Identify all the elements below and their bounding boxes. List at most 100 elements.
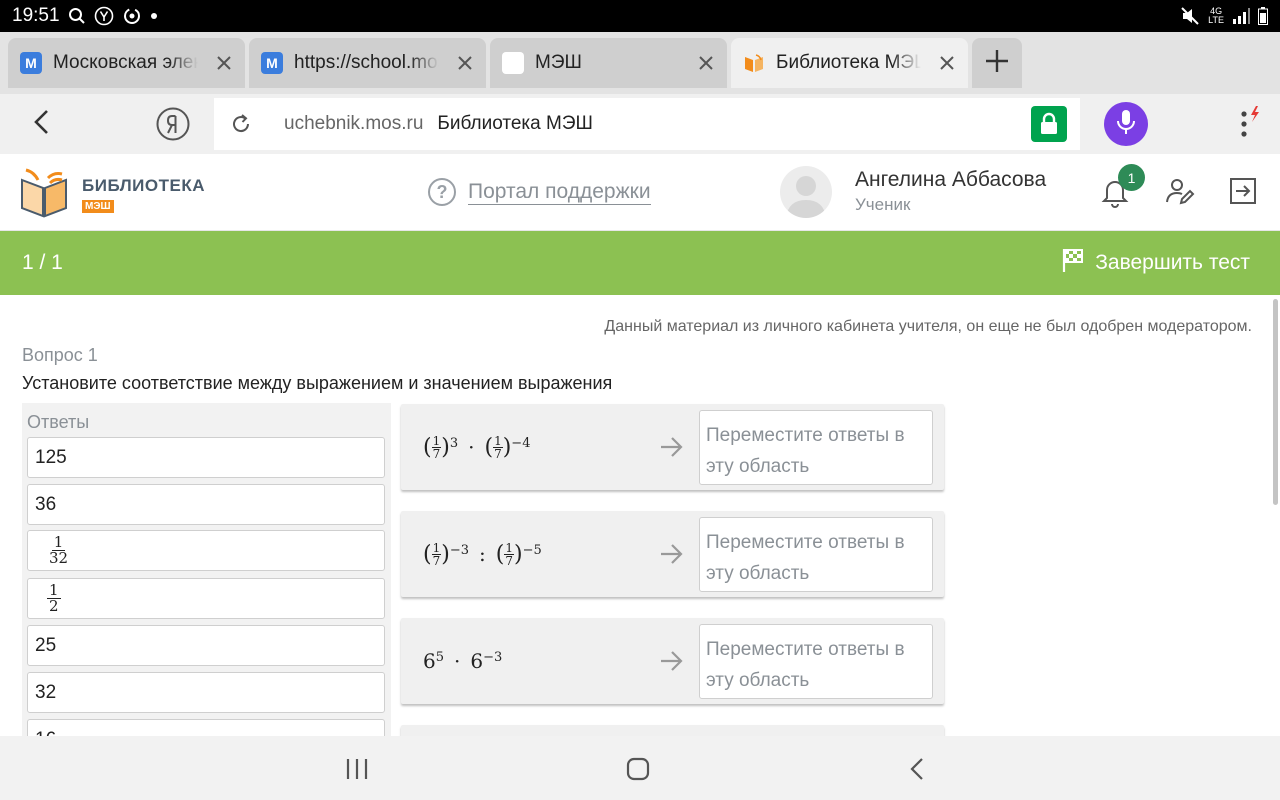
fraction: 1 32 xyxy=(49,533,69,567)
tab-title: Библиотека МЭШ xyxy=(776,52,921,73)
page-scrollbar[interactable] xyxy=(1273,299,1278,505)
dot-icon xyxy=(150,12,158,20)
answer-card[interactable]: 32 xyxy=(27,672,385,713)
logo-title: БИБЛИОТЕКА xyxy=(82,175,205,195)
flag-icon xyxy=(1061,247,1085,279)
browser-back-button[interactable] xyxy=(24,106,60,142)
answer-card[interactable]: 1 2 xyxy=(27,578,385,619)
mesh-favicon-icon: M xyxy=(20,52,42,74)
question-counter: 1 / 1 xyxy=(22,251,63,274)
book-favicon-icon xyxy=(743,52,765,74)
finish-test-button[interactable]: Завершить тест xyxy=(1061,247,1250,279)
arrow-right-icon xyxy=(659,539,685,569)
expression: (1 7) −3 : (1 7) −5 xyxy=(423,540,542,568)
library-logo[interactable]: БИБЛИОТЕКА МЭШ xyxy=(20,166,205,223)
nav-back-icon xyxy=(905,758,929,786)
question-label: Вопрос 1 xyxy=(22,345,98,365)
recents-icon xyxy=(343,759,371,785)
yandex-button[interactable] xyxy=(155,106,191,142)
recents-button[interactable] xyxy=(343,757,371,781)
close-icon[interactable] xyxy=(697,54,715,72)
mic-icon xyxy=(1115,108,1137,141)
drop-zone[interactable]: Переместите ответы в эту область xyxy=(699,410,933,485)
url-domain: uchebnik.mos.ru xyxy=(284,113,424,134)
home-button[interactable] xyxy=(626,757,650,781)
omnibox[interactable]: uchebnik.mos.ru Библиотека МЭШ xyxy=(214,98,1080,150)
status-bar: 19:51 4G LTE xyxy=(0,0,1280,32)
answer-card[interactable]: 16 xyxy=(27,719,385,736)
home-icon xyxy=(626,757,650,785)
tab-title: МЭШ xyxy=(535,52,582,73)
logout-icon xyxy=(1228,178,1258,210)
question-text: Установите соответствие между выражением… xyxy=(22,373,613,393)
tab-mesh[interactable]: МЭШ xyxy=(490,38,727,88)
fraction: 1 2 xyxy=(47,581,61,615)
library-logo-icon xyxy=(20,166,70,223)
menu-icon xyxy=(1232,106,1262,148)
answer-card[interactable]: 1 32 xyxy=(27,530,385,571)
battery-icon xyxy=(1258,7,1268,25)
new-tab-button[interactable] xyxy=(972,38,1022,88)
match-row: 65 · 6 −3 Переместите ответы в эту област… xyxy=(401,618,944,704)
tab-library-mesh[interactable]: Библиотека МЭШ xyxy=(731,38,968,88)
support-portal-label: Портал поддержки xyxy=(468,179,651,205)
tab-strip: M Московская электронная школа M https:/… xyxy=(0,32,1280,94)
site-header: БИБЛИОТЕКА МЭШ ? Портал поддержки Ангели… xyxy=(0,154,1280,231)
test-progress-bar: 1 / 1 Завершить тест xyxy=(0,231,1280,295)
logo-subtitle: МЭШ xyxy=(82,199,114,213)
tab-moscow-school[interactable]: M Московская электронная школа xyxy=(8,38,245,88)
logout-button[interactable] xyxy=(1228,176,1258,206)
user-profile[interactable]: Ангелина Аббасова Ученик xyxy=(780,166,1046,218)
support-portal-link[interactable]: ? Портал поддержки xyxy=(428,178,651,206)
mesh-favicon-icon: M xyxy=(261,52,283,74)
expression: 65 · 6 −3 xyxy=(423,649,503,673)
drop-zone[interactable]: Переместите ответы в эту область xyxy=(699,624,933,699)
blank-favicon-icon xyxy=(502,52,524,74)
close-icon[interactable] xyxy=(215,54,233,72)
answer-card[interactable]: 125 xyxy=(27,437,385,478)
sync-icon xyxy=(122,6,142,26)
user-name: Ангелина Аббасова xyxy=(855,168,1047,191)
fraction-numerator: 1 xyxy=(431,433,442,448)
drop-zone[interactable]: Переместите ответы в эту область xyxy=(699,517,933,592)
system-navigation-bar xyxy=(0,736,1280,800)
search-icon xyxy=(68,7,86,25)
address-bar-row: uchebnik.mos.ru Библиотека МЭШ xyxy=(0,94,1280,154)
close-icon[interactable] xyxy=(938,54,956,72)
avatar xyxy=(780,166,832,218)
mute-icon xyxy=(1180,6,1200,26)
yandex-icon xyxy=(155,107,191,146)
finish-test-label: Завершить тест xyxy=(1095,251,1250,274)
tab-title: Московская электронная школа xyxy=(53,52,198,73)
tab-school-mos[interactable]: M https://school.mos.ru xyxy=(249,38,486,88)
question-content: Данный материал из личного кабинета учит… xyxy=(0,295,1280,736)
bell-icon xyxy=(1100,181,1130,212)
answers-panel: Ответы 125 36 1 32 1 2 25 32 16 xyxy=(22,403,391,736)
system-back-button[interactable] xyxy=(905,756,929,782)
moderation-notice: Данный материал из личного кабинета учит… xyxy=(604,318,1252,335)
url-page-title: Библиотека МЭШ xyxy=(437,113,593,134)
edit-profile-button[interactable] xyxy=(1165,176,1195,206)
network-indicator: 4G LTE xyxy=(1208,6,1224,25)
reload-button[interactable] xyxy=(216,98,266,150)
reload-icon xyxy=(233,114,250,133)
edit-profile-icon xyxy=(1165,179,1195,210)
plus-icon xyxy=(984,48,1010,79)
status-time: 19:51 xyxy=(12,5,60,26)
lock-icon[interactable] xyxy=(1031,106,1067,142)
match-row xyxy=(401,725,944,736)
answer-card[interactable]: 25 xyxy=(27,625,385,666)
answers-header: Ответы xyxy=(27,412,90,432)
notifications-badge: 1 xyxy=(1118,164,1145,191)
signal-icon xyxy=(1232,8,1250,24)
user-role: Ученик xyxy=(855,195,911,214)
close-icon[interactable] xyxy=(456,54,474,72)
match-row: (1 7) −3 : (1 7) −5 Переместите ответы в эту… xyxy=(401,511,944,597)
match-row: (1 7) 3 · (1 7) −4 Переместите ответы в эту … xyxy=(401,404,944,490)
answer-card[interactable]: 36 xyxy=(27,484,385,525)
browser-menu-button[interactable] xyxy=(1232,104,1262,144)
voice-search-button[interactable] xyxy=(1104,102,1148,146)
arrow-right-icon xyxy=(659,432,685,462)
tab-title: https://school.mos.ru xyxy=(294,52,439,73)
arrow-right-icon xyxy=(659,646,685,676)
